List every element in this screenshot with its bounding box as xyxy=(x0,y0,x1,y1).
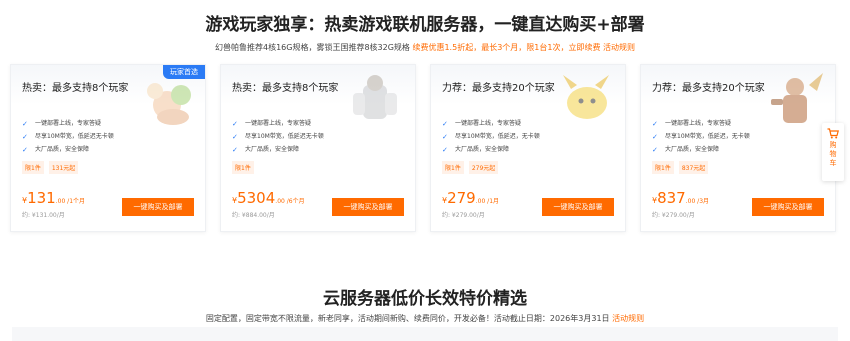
check-icon: ✓ xyxy=(442,132,448,141)
section-title-cloud-servers: 云服务器低价长效特价精选 xyxy=(323,289,527,309)
cart-label: 购物车 xyxy=(829,141,837,167)
monthly-equivalent-price: 约: ¥279.00/月 xyxy=(442,212,485,219)
renewal-promo-link[interactable]: 续费优惠1.5折起，最长3个月，限1台1次，立即续费 活动规则 xyxy=(412,43,635,52)
buy-and-deploy-button[interactable]: 一键购买及部署 xyxy=(752,198,824,216)
product-card-list: 玩家首选 热卖：最多支持8个玩家 ✓ 一键部署上线，专家答疑 ✓ 尽享10M带宽，低… xyxy=(10,64,838,232)
feature-text: 尽享10M带宽，低延迟无卡顿 xyxy=(35,132,114,140)
feature-item: ✓ 大厂品质，安全保障 xyxy=(442,143,540,156)
price: ¥279.00 /1月 xyxy=(442,188,499,207)
next-section-container xyxy=(12,327,838,341)
feature-item: ✓ 一键部署上线，专家答疑 xyxy=(652,117,750,130)
shopping-cart-icon xyxy=(827,128,839,139)
card-title: 力荐：最多支持20个玩家 xyxy=(652,83,765,94)
buy-and-deploy-button[interactable]: 一键购买及部署 xyxy=(542,198,614,216)
subtitle-plain-text: 幻兽帕鲁推荐4核16G规格，雾锁王国推荐8核32G规格 xyxy=(214,43,413,52)
price: ¥837.00 /3月 xyxy=(652,188,709,207)
feature-item: ✓ 尽享10M带宽，低延迟无卡顿 xyxy=(22,130,114,143)
recommended-badge: 玩家首选 xyxy=(163,65,205,79)
shopping-cart-button[interactable]: 购物车 xyxy=(822,123,844,181)
limit-tag: 限1件 xyxy=(442,161,464,174)
feature-item: ✓ 大厂品质，安全保障 xyxy=(652,143,750,156)
feature-list: ✓ 一键部署上线，专家答疑 ✓ 尽享10M带宽，低延迟无卡顿 ✓ 大厂品质，安全保障 xyxy=(22,117,114,156)
price-from-tag: 279元起 xyxy=(468,161,499,174)
monthly-equivalent-price: 约: ¥131.00/月 xyxy=(22,212,65,219)
tag-group: 限1件 xyxy=(232,161,254,174)
check-icon: ✓ xyxy=(232,119,238,128)
feature-item: ✓ 大厂品质，安全保障 xyxy=(22,143,114,156)
price-value: 5304 xyxy=(237,189,276,207)
buy-and-deploy-button[interactable]: 一键购买及部署 xyxy=(332,198,404,216)
feature-text: 尽享10M带宽，低延迟，无卡顿 xyxy=(455,132,540,140)
card-title: 热卖：最多支持8个玩家 xyxy=(232,83,339,94)
feature-text: 一键部署上线，专家答疑 xyxy=(35,119,102,127)
price-unit: .00 /6个月 xyxy=(275,198,305,205)
product-card: 力荐：最多支持20个玩家 ✓ 一键部署上线，专家答疑 ✓ 尽享10M带宽，低延迟，无… xyxy=(640,64,836,232)
product-card: 玩家首选 热卖：最多支持8个玩家 ✓ 一键部署上线，专家答疑 ✓ 尽享10M带宽，低… xyxy=(10,64,206,232)
check-icon: ✓ xyxy=(442,119,448,128)
feature-text: 尽享10M带宽，低延迟，无卡顿 xyxy=(665,132,750,140)
check-icon: ✓ xyxy=(652,119,658,128)
card-title: 热卖：最多支持8个玩家 xyxy=(22,83,129,94)
feature-item: ✓ 尽享10M带宽，低延迟，无卡顿 xyxy=(442,130,540,143)
limit-tag: 限1件 xyxy=(652,161,674,174)
price-from-tag: 837元起 xyxy=(678,161,709,174)
feature-item: ✓ 一键部署上线，专家答疑 xyxy=(232,117,324,130)
buy-and-deploy-button[interactable]: 一键购买及部署 xyxy=(122,198,194,216)
price-value: 279 xyxy=(447,189,476,207)
feature-list: ✓ 一键部署上线，专家答疑 ✓ 尽享10M带宽，低延迟，无卡顿 ✓ 大厂品质，安全保障 xyxy=(652,117,750,156)
feature-list: ✓ 一键部署上线，专家答疑 ✓ 尽享10M带宽，低延迟，无卡顿 ✓ 大厂品质，安全保障 xyxy=(442,117,540,156)
product-card: 力荐：最多支持20个玩家 ✓ 一键部署上线，专家答疑 ✓ 尽享10M带宽，低延迟，无… xyxy=(430,64,626,232)
warrior-character-icon xyxy=(771,73,823,123)
tag-group: 限1件 837元起 xyxy=(652,161,709,174)
feature-text: 大厂品质，安全保障 xyxy=(455,145,510,153)
activity-rules-link[interactable]: 活动规则 xyxy=(612,314,644,323)
price-unit: .00 /3月 xyxy=(685,198,710,205)
price-unit: .00 /1个月 xyxy=(55,198,86,205)
limit-tag: 限1件 xyxy=(22,161,44,174)
monthly-equivalent-price: 约: ¥884.00/月 xyxy=(232,212,275,219)
tag-group: 限1件 279元起 xyxy=(442,161,499,174)
price: ¥5304.00 /6个月 xyxy=(232,188,305,207)
feature-item: ✓ 尽享10M带宽，低延迟，无卡顿 xyxy=(652,130,750,143)
section-subtitle-game-servers: 幻兽帕鲁推荐4核16G规格，雾锁王国推荐8核32G规格 续费优惠1.5折起，最长… xyxy=(0,42,850,53)
subtitle-plain-text: 固定配置，固定带宽不限流量，新老同享，活动期间新购、续费同价，开发必备！活动截止… xyxy=(205,314,613,323)
feature-text: 尽享10M带宽，低延迟无卡顿 xyxy=(245,132,324,140)
card-title: 力荐：最多支持20个玩家 xyxy=(442,83,555,94)
tag-group: 限1件 131元起 xyxy=(22,161,79,174)
section-title-game-servers: 游戏玩家独享：热卖游戏联机服务器，一键直达购买+部署 xyxy=(205,15,645,35)
feature-item: ✓ 大厂品质，安全保障 xyxy=(232,143,324,156)
price-value: 131 xyxy=(27,189,56,207)
limit-tag: 限1件 xyxy=(232,161,254,174)
feature-text: 一键部署上线，专家答疑 xyxy=(245,119,312,127)
feature-item: ✓ 尽享10M带宽，低延迟无卡顿 xyxy=(232,130,324,143)
feature-text: 一键部署上线，专家答疑 xyxy=(665,119,732,127)
feature-text: 大厂品质，安全保障 xyxy=(35,145,90,153)
price: ¥131.00 /1个月 xyxy=(22,188,85,207)
check-icon: ✓ xyxy=(652,145,658,154)
check-icon: ✓ xyxy=(22,119,28,128)
feature-item: ✓ 一键部署上线，专家答疑 xyxy=(442,117,540,130)
check-icon: ✓ xyxy=(232,132,238,141)
product-card: 热卖：最多支持8个玩家 ✓ 一键部署上线，专家答疑 ✓ 尽享10M带宽，低延迟无卡顿… xyxy=(220,64,416,232)
feature-text: 大厂品质，安全保障 xyxy=(665,145,720,153)
feature-text: 大厂品质，安全保障 xyxy=(245,145,300,153)
check-icon: ✓ xyxy=(22,145,28,154)
yellow-creature-icon xyxy=(563,75,609,119)
armored-character-icon xyxy=(353,75,397,119)
feature-item: ✓ 一键部署上线，专家答疑 xyxy=(22,117,114,130)
feature-text: 一键部署上线，专家答疑 xyxy=(455,119,522,127)
fruit-character-icon xyxy=(147,83,191,125)
check-icon: ✓ xyxy=(442,145,448,154)
check-icon: ✓ xyxy=(232,145,238,154)
price-unit: .00 /1月 xyxy=(475,198,500,205)
monthly-equivalent-price: 约: ¥279.00/月 xyxy=(652,212,695,219)
check-icon: ✓ xyxy=(22,132,28,141)
price-from-tag: 131元起 xyxy=(48,161,79,174)
price-value: 837 xyxy=(657,189,686,207)
section-subtitle-cloud-servers: 固定配置，固定带宽不限流量，新老同享，活动期间新购、续费同价，开发必备！活动截止… xyxy=(0,313,850,324)
check-icon: ✓ xyxy=(652,132,658,141)
feature-list: ✓ 一键部署上线，专家答疑 ✓ 尽享10M带宽，低延迟无卡顿 ✓ 大厂品质，安全保障 xyxy=(232,117,324,156)
